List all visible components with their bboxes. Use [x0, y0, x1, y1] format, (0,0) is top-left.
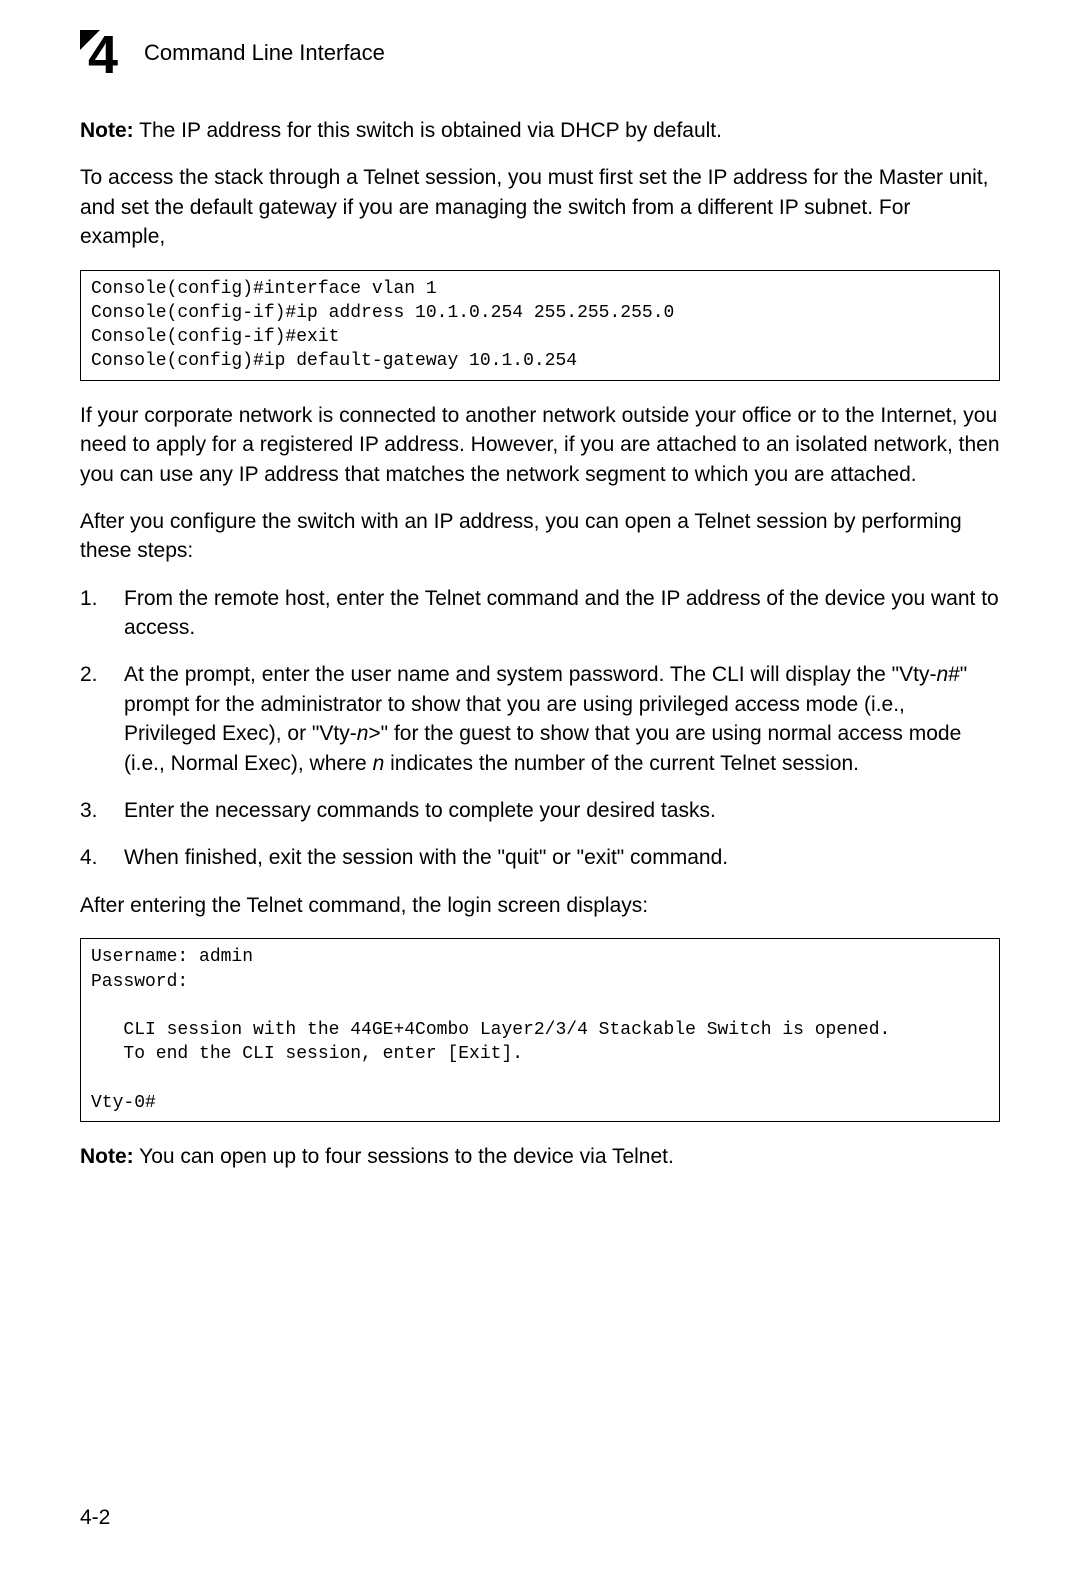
note-2: Note: You can open up to four sessions t…	[80, 1142, 1000, 1171]
paragraph-1: To access the stack through a Telnet ses…	[80, 163, 1000, 251]
step-content: From the remote host, enter the Telnet c…	[124, 584, 1000, 643]
step-number: 1.	[80, 584, 124, 643]
steps-list: 1.From the remote host, enter the Telnet…	[80, 584, 1000, 873]
code-block-1: Console(config)#interface vlan 1 Console…	[80, 270, 1000, 381]
page-number: 4-2	[80, 1506, 110, 1530]
step-number: 2.	[80, 660, 124, 778]
paragraph-3: After you configure the switch with an I…	[80, 507, 1000, 566]
note-text: You can open up to four sessions to the …	[134, 1145, 674, 1168]
chapter-icon: 4	[80, 30, 126, 76]
paragraph-2: If your corporate network is connected t…	[80, 401, 1000, 489]
list-item: 3.Enter the necessary commands to comple…	[80, 796, 1000, 825]
list-item: 4.When finished, exit the session with t…	[80, 843, 1000, 872]
list-item: 1.From the remote host, enter the Telnet…	[80, 584, 1000, 643]
step-number: 4.	[80, 843, 124, 872]
step-content: At the prompt, enter the user name and s…	[124, 660, 1000, 778]
note-1: Note: The IP address for this switch is …	[80, 116, 1000, 145]
code-block-2: Username: admin Password: CLI session wi…	[80, 938, 1000, 1122]
chapter-number: 4	[88, 28, 118, 82]
note-text: The IP address for this switch is obtain…	[134, 119, 722, 142]
step-content: Enter the necessary commands to complete…	[124, 796, 1000, 825]
note-label: Note:	[80, 119, 134, 142]
step-content: When finished, exit the session with the…	[124, 843, 1000, 872]
paragraph-4: After entering the Telnet command, the l…	[80, 891, 1000, 920]
page-header: 4 Command Line Interface	[80, 30, 1000, 76]
step-number: 3.	[80, 796, 124, 825]
note-label: Note:	[80, 1145, 134, 1168]
list-item: 2.At the prompt, enter the user name and…	[80, 660, 1000, 778]
header-title: Command Line Interface	[144, 40, 385, 66]
